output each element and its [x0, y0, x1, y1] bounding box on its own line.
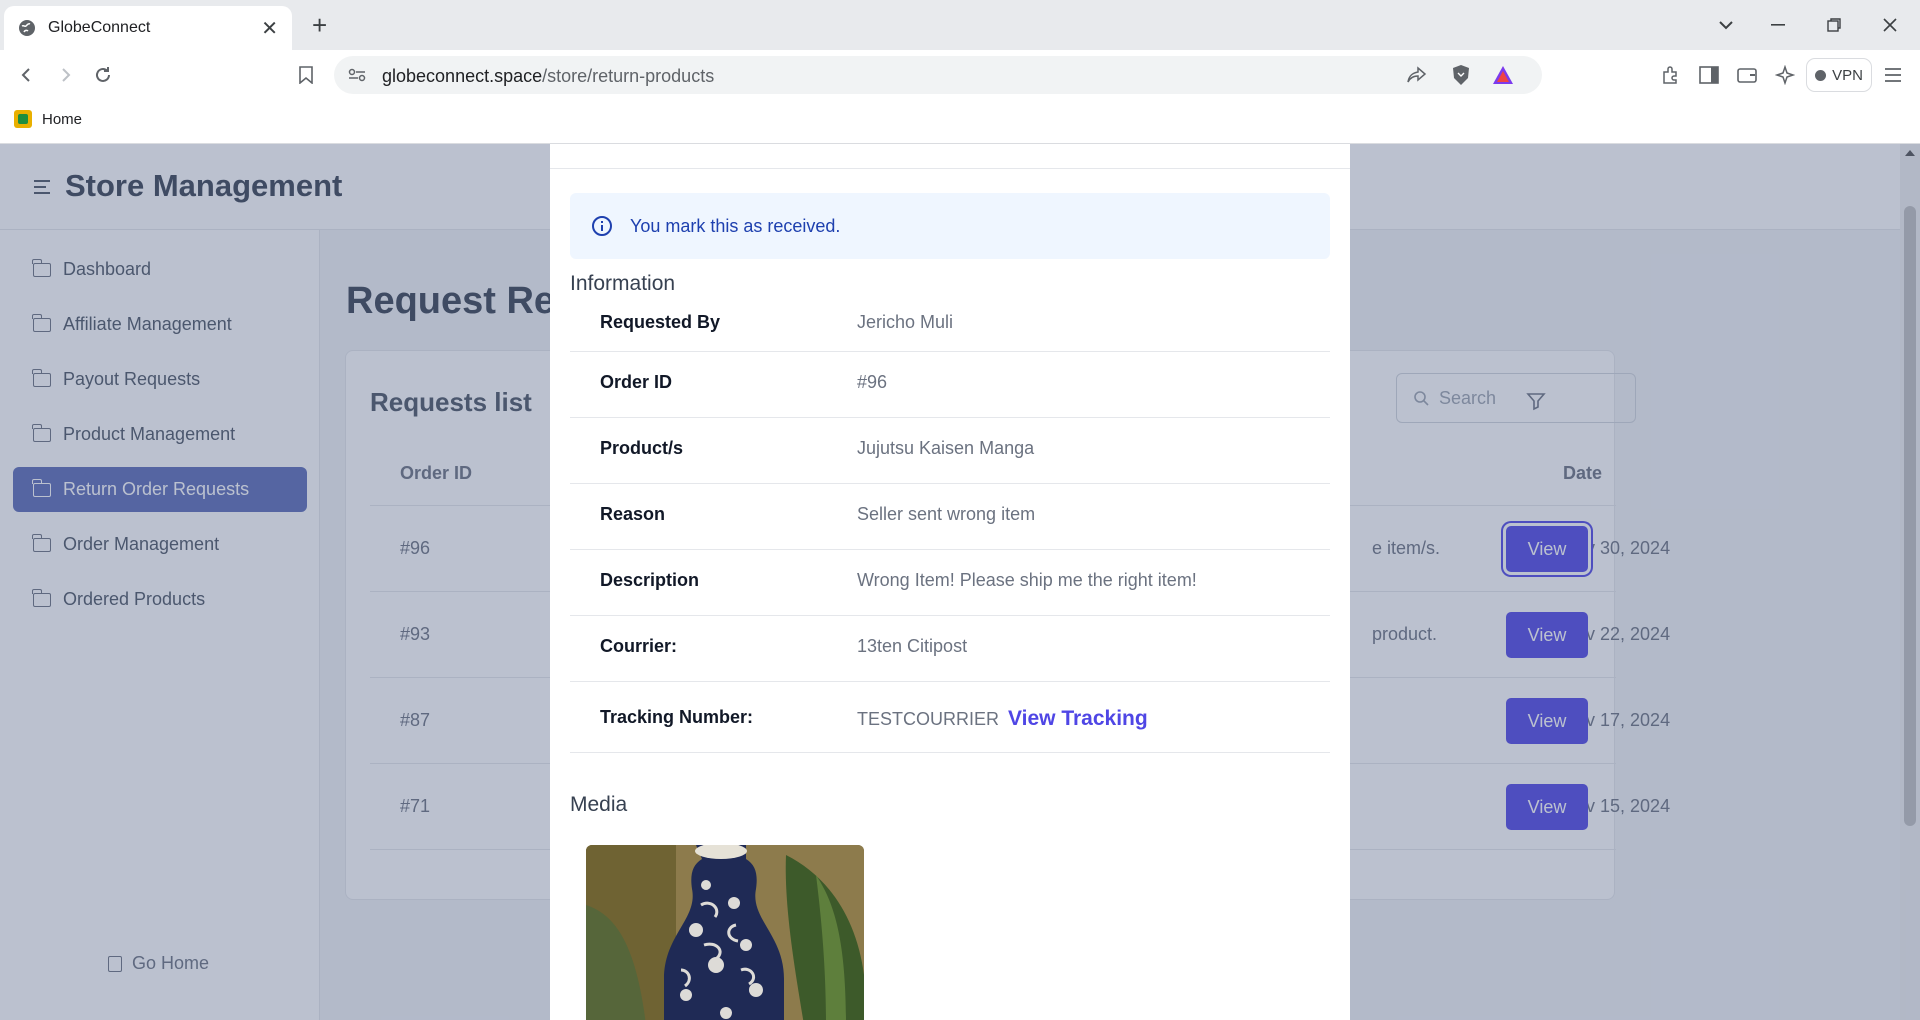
- leo-ai-icon[interactable]: [1772, 62, 1798, 88]
- tab-search-chevron-icon[interactable]: [1712, 12, 1740, 38]
- info-row-courrier: Courrier: 13ten Citipost: [570, 616, 1330, 682]
- bookmark-home[interactable]: Home: [14, 110, 82, 128]
- info-row-products: Product/s Jujutsu Kaisen Manga: [570, 418, 1330, 484]
- info-label: Requested By: [600, 312, 721, 332]
- close-window-icon[interactable]: [1876, 12, 1904, 38]
- browser-toolbar: globeconnect.space/store/return-products…: [0, 50, 1920, 100]
- globe-icon: [18, 19, 36, 37]
- forward-arrow-icon[interactable]: [52, 62, 78, 88]
- info-label: Courrier:: [600, 636, 678, 656]
- bookmark-icon[interactable]: [293, 62, 319, 88]
- browser-tab-bar: GlobeConnect ✕ +: [0, 0, 1920, 50]
- extensions-icon[interactable]: [1658, 62, 1684, 88]
- brave-shield-icon[interactable]: [1448, 62, 1474, 88]
- info-value: Wrong Item! Please ship me the right ite…: [857, 570, 1197, 590]
- media-image[interactable]: [586, 845, 864, 1020]
- home-bookmark-icon: [14, 110, 32, 128]
- url-text: globeconnect.space/store/return-products: [382, 66, 715, 86]
- information-table: Requested By Jericho Muli Order ID #96 P…: [570, 300, 1330, 753]
- received-alert: You mark this as received.: [570, 193, 1330, 259]
- info-value: 13ten Citipost: [857, 636, 968, 656]
- brave-rewards-icon[interactable]: [1490, 62, 1516, 88]
- info-value: Seller sent wrong item: [857, 504, 1036, 524]
- minimize-icon[interactable]: [1764, 12, 1792, 38]
- info-row-requested-by: Requested By Jericho Muli: [570, 300, 1330, 352]
- bookmarks-bar: Home: [0, 100, 1920, 144]
- tracking-number: TESTCOURRIER: [857, 709, 1000, 729]
- vpn-button[interactable]: VPN: [1806, 58, 1872, 92]
- info-value: TESTCOURRIER View Tracking: [857, 707, 1148, 731]
- hamburger-menu-icon[interactable]: [1880, 62, 1906, 88]
- new-tab-button[interactable]: +: [312, 12, 327, 38]
- info-label: Product/s: [600, 438, 684, 458]
- info-label: Reason: [600, 504, 666, 524]
- view-tracking-link[interactable]: View Tracking: [1008, 707, 1148, 730]
- close-tab-icon[interactable]: ✕: [261, 16, 278, 41]
- info-label: Order ID: [600, 372, 673, 392]
- info-row-reason: Reason Seller sent wrong item: [570, 484, 1330, 550]
- media-title: Media: [570, 793, 628, 816]
- bookmark-home-label: Home: [42, 110, 83, 128]
- info-icon: [592, 216, 612, 236]
- sidebar-toggle-icon[interactable]: [1696, 62, 1722, 88]
- info-value: Jericho Muli: [857, 312, 954, 332]
- browser-tab[interactable]: GlobeConnect ✕: [4, 6, 292, 50]
- address-bar[interactable]: globeconnect.space/store/return-products: [334, 56, 1542, 94]
- info-row-description: Description Wrong Item! Please ship me t…: [570, 550, 1330, 616]
- store-app: Store Management Dashboard Affiliate Man…: [0, 144, 1920, 1020]
- alert-text: You mark this as received.: [630, 215, 841, 236]
- tab-title: GlobeConnect: [48, 19, 151, 36]
- back-arrow-icon[interactable]: [14, 62, 40, 88]
- info-value: Jujutsu Kaisen Manga: [857, 438, 1035, 458]
- vpn-status-icon: [1815, 69, 1827, 81]
- vase-photo: [586, 845, 864, 1020]
- return-request-modal: You mark this as received. Information R…: [550, 144, 1350, 1020]
- info-value: #96: [857, 372, 888, 392]
- reload-icon[interactable]: [90, 62, 116, 88]
- info-row-tracking: Tracking Number: TESTCOURRIER View Track…: [570, 682, 1330, 753]
- info-row-order-id: Order ID #96: [570, 352, 1330, 418]
- vpn-label: VPN: [1832, 66, 1863, 84]
- wallet-icon[interactable]: [1734, 62, 1760, 88]
- info-label: Description: [600, 570, 700, 590]
- share-icon[interactable]: [1404, 62, 1430, 88]
- modal-header: [550, 144, 1350, 169]
- site-settings-icon[interactable]: [344, 62, 370, 88]
- information-title: Information: [570, 272, 676, 295]
- info-label: Tracking Number:: [600, 707, 754, 727]
- restore-icon[interactable]: [1820, 12, 1848, 38]
